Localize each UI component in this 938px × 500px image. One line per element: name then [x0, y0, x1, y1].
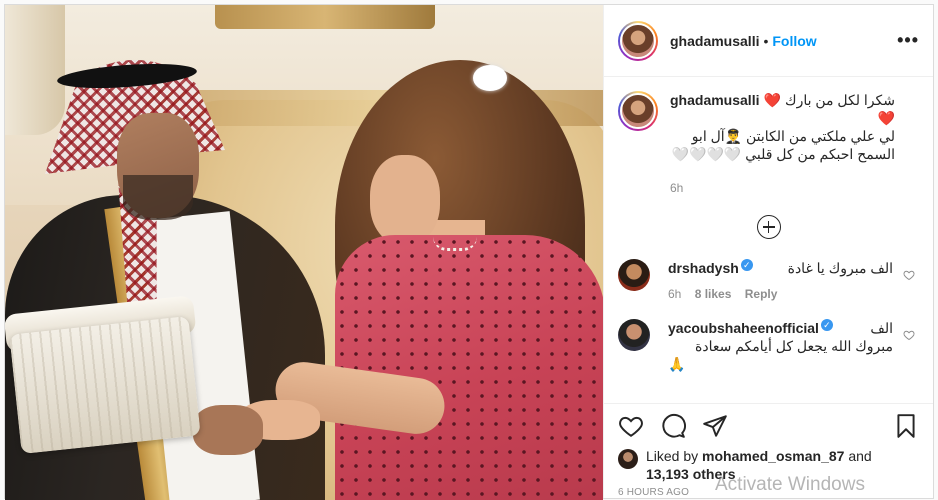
comment-text-line-2: مبروك الله يجعل كل أيامكم سعادة — [695, 338, 893, 354]
comment-time: 6h — [668, 287, 682, 301]
reply-button[interactable]: Reply — [745, 287, 778, 301]
photo-lamp — [5, 5, 65, 135]
caption-username[interactable]: ghadamusalli — [670, 91, 759, 127]
liker-username[interactable]: mohamed_osman_87 — [702, 448, 844, 464]
likes-joiner: and — [848, 448, 872, 464]
photo-hand-man — [193, 405, 263, 455]
comment-meta: 6h 8 likes Reply — [668, 285, 893, 303]
comment-text: الف مبروك يا غادة — [787, 260, 893, 276]
load-more-comments-icon[interactable] — [756, 215, 781, 239]
liker-avatar[interactable] — [618, 449, 638, 469]
comment-like-heart-icon[interactable] — [903, 269, 915, 281]
action-bar — [604, 403, 933, 447]
caption-line-3: السمح احبكم من كل قلبي 🤍🤍🤍🤍 — [671, 146, 895, 162]
activate-windows-watermark: Activate Windows — [715, 474, 865, 495]
paper-plane-icon[interactable] — [702, 413, 728, 439]
comment-text-line-1: الف — [870, 320, 893, 336]
comment-username[interactable]: drshadysh — [668, 259, 739, 277]
comment-body: drshadysh ✓ الف مبروك يا غادة 6h 8 likes… — [668, 259, 893, 303]
comment-like-heart-icon[interactable] — [903, 329, 915, 341]
follow-button[interactable]: Follow — [772, 33, 816, 49]
likes-prefix: Liked by — [646, 448, 699, 464]
commenter-avatar[interactable] — [618, 259, 650, 291]
comment-body: yacoubshaheenofficial ✓ الف مبروك الله ي… — [668, 319, 893, 373]
caption-time: 6h — [670, 181, 684, 195]
heart-outline-icon[interactable] — [618, 413, 644, 439]
caption-line-1: شكرا لكل من بارك ❤️❤️ — [763, 92, 895, 126]
photo-frame — [215, 5, 435, 29]
comment-likes[interactable]: 8 likes — [695, 287, 732, 301]
post-header: ghadamusalli • Follow ••• — [604, 5, 933, 77]
verified-badge-icon: ✓ — [740, 259, 753, 271]
comment-username[interactable]: yacoubshaheenofficial — [668, 319, 819, 337]
photo-beard — [123, 175, 193, 220]
comment-item: drshadysh ✓ الف مبروك يا غادة 6h 8 likes… — [618, 259, 919, 303]
photo-dress — [335, 235, 603, 500]
caption-avatar[interactable] — [618, 91, 658, 131]
author-username[interactable]: ghadamusalli — [670, 33, 759, 49]
instagram-post: ghadamusalli • Follow ••• ghadamusalli ش… — [4, 4, 934, 500]
caption-text: ghadamusalli شكرا لكل من بارك ❤️❤️ لي عل… — [670, 91, 895, 197]
comments-area[interactable]: ghadamusalli شكرا لكل من بارك ❤️❤️ لي عل… — [604, 77, 933, 403]
photo-scrunchie — [473, 65, 507, 91]
comment-bubble-icon[interactable] — [660, 413, 686, 439]
photo-jewelry-box — [9, 315, 201, 455]
post-photo[interactable] — [5, 5, 603, 500]
more-options-icon[interactable]: ••• — [897, 30, 919, 51]
bookmark-icon[interactable] — [893, 413, 919, 439]
verified-badge-icon: ✓ — [820, 319, 833, 331]
caption: ghadamusalli شكرا لكل من بارك ❤️❤️ لي عل… — [618, 91, 919, 197]
comment-item: yacoubshaheenofficial ✓ الف مبروك الله ي… — [618, 319, 919, 373]
separator-dot: • — [763, 32, 769, 49]
caption-line-2: لي علي ملكتي من الكابتن 👨‍✈️آل ابو — [691, 128, 895, 144]
commenter-avatar[interactable] — [618, 319, 650, 351]
photo-woman-face — [370, 155, 440, 245]
post-sidebar: ghadamusalli • Follow ••• ghadamusalli ش… — [603, 5, 933, 498]
comment-text-line-3: 🙏 — [668, 356, 686, 372]
author-avatar[interactable] — [618, 20, 658, 61]
